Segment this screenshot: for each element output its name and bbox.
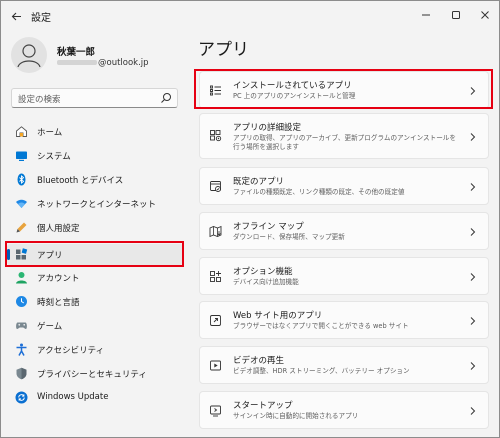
card-title: アプリの詳細設定 [233,123,302,133]
card-title: 既定のアプリ [233,177,285,187]
card-title: ビデオの再生 [233,356,285,366]
home-icon [16,126,27,137]
chevron-right-icon [470,317,476,325]
sidebar-item-label: 時刻と言語 [37,298,80,308]
card-description: ファイルの種類既定、リンク種類の既定、その他の既定値 [233,188,405,196]
email-redaction [57,60,97,65]
window-title: 設定 [31,13,51,24]
apps-for-websites-icon [210,315,221,326]
card-advanced-app-settings[interactable]: アプリの詳細設定 アプリの取得、アプリのアーカイブ、更新プログラムのアンインスト… [199,113,489,159]
profile-name: 秋葉一郎 [57,47,96,58]
search-icon [161,93,171,103]
sidebar-item-label: ホーム [37,128,63,138]
card-title: オプション機能 [233,267,293,277]
sidebar-item-home[interactable]: ホーム [7,121,183,142]
sidebar-item-bluetooth[interactable]: Bluetooth とデバイス [7,169,183,190]
maximize-icon [452,11,460,19]
windows-update-icon [15,391,28,404]
account-icon [16,272,27,284]
sidebar-item-account[interactable]: アカウント [7,267,183,288]
minimize-button[interactable] [411,1,441,29]
startup-icon [210,405,221,417]
card-apps-for-websites[interactable]: Web サイト用のアプリ ブラウザーではなくアプリで開くことができる web サ… [199,301,489,339]
card-description: サインイン時に自動的に開始されるアプリ [233,412,359,420]
chevron-right-icon [470,407,476,415]
default-apps-icon [210,181,221,192]
highlight-box-installed-apps [194,69,493,109]
time-language-icon [16,296,27,307]
bluetooth-icon [17,173,26,186]
sidebar-item-label: 個人用設定 [37,224,80,234]
sidebar-item-windows-update[interactable]: Windows Update [7,387,183,408]
sidebar-item-label: アカウント [37,274,80,284]
user-profile[interactable]: 秋葉一郎 @outlook.jp [11,37,181,73]
sidebar-item-label: アクセシビリティ [37,346,105,356]
sidebar-item-privacy[interactable]: プライバシーとセキュリティ [7,363,183,384]
chevron-right-icon [470,133,476,141]
advanced-apps-icon [210,130,222,142]
chevron-right-icon [470,362,476,370]
sidebar-item-label: プライバシーとセキュリティ [37,370,147,380]
network-icon [16,199,27,208]
back-button[interactable] [7,7,25,25]
avatar [11,37,47,73]
settings-window: 設定 秋葉一郎 @outlook.jp 設定の検索 ホーム システム Bluet… [0,0,500,438]
sidebar-item-label: システム [37,152,71,162]
video-playback-icon [210,360,221,371]
profile-email: @outlook.jp [57,58,149,68]
search-placeholder: 設定の検索 [18,95,61,105]
minimize-icon [422,14,430,16]
optional-features-icon [210,271,221,282]
chevron-right-icon [470,183,476,191]
sidebar-item-gaming[interactable]: ゲーム [7,315,183,336]
close-icon [481,11,489,19]
card-offline-maps[interactable]: オフライン マップ ダウンロード、保存場所、マップ更新 [199,212,489,250]
highlight-box-apps [5,241,184,267]
search-input[interactable]: 設定の検索 [11,88,178,108]
close-button[interactable] [470,1,499,29]
back-arrow-icon [11,12,21,20]
user-icon [17,44,41,68]
card-video-playback[interactable]: ビデオの再生 ビデオ調整、HDR ストリーミング、バッテリー オプション [199,346,489,384]
card-title: オフライン マップ [233,222,304,232]
sidebar-item-accessibility[interactable]: アクセシビリティ [7,339,183,360]
card-startup[interactable]: スタートアップ サインイン時に自動的に開始されるアプリ [199,391,489,429]
sidebar-item-time-language[interactable]: 時刻と言語 [7,291,183,312]
accessibility-icon [16,343,27,356]
page-title: アプリ [198,40,249,60]
chevron-right-icon [470,273,476,281]
card-description: ブラウザーではなくアプリで開くことができる web サイト [233,322,409,330]
sidebar-item-label: Windows Update [37,392,109,402]
sidebar-item-personalization[interactable]: 個人用設定 [7,217,183,238]
card-description: アプリの取得、アプリのアーカイブ、更新プログラムのアンインストールを行う場所を選… [233,134,456,151]
chevron-right-icon [470,228,476,236]
sidebar-item-label: Bluetooth とデバイス [37,176,124,186]
sidebar-item-label: ゲーム [37,322,63,332]
card-optional-features[interactable]: オプション機能 デバイス向け追加機能 [199,257,489,295]
system-icon [16,151,27,161]
card-default-apps[interactable]: 既定のアプリ ファイルの種類既定、リンク種類の既定、その他の既定値 [199,167,489,205]
card-description: ダウンロード、保存場所、マップ更新 [233,233,345,241]
card-description: ビデオ調整、HDR ストリーミング、バッテリー オプション [233,367,410,375]
title-bar: 設定 [1,1,499,31]
sidebar-item-system[interactable]: システム [7,145,183,166]
profile-email-domain: @outlook.jp [98,58,149,68]
card-title: Web サイト用のアプリ [233,311,323,321]
card-title: スタートアップ [233,401,293,411]
offline-maps-icon [209,225,222,238]
card-description: デバイス向け追加機能 [233,278,299,286]
maximize-button[interactable] [441,1,471,29]
gaming-icon [16,322,27,330]
privacy-icon [16,367,27,380]
sidebar-item-network[interactable]: ネットワークとインターネット [7,193,183,214]
personalization-icon [16,222,27,233]
sidebar-item-label: ネットワークとインターネット [37,200,157,210]
